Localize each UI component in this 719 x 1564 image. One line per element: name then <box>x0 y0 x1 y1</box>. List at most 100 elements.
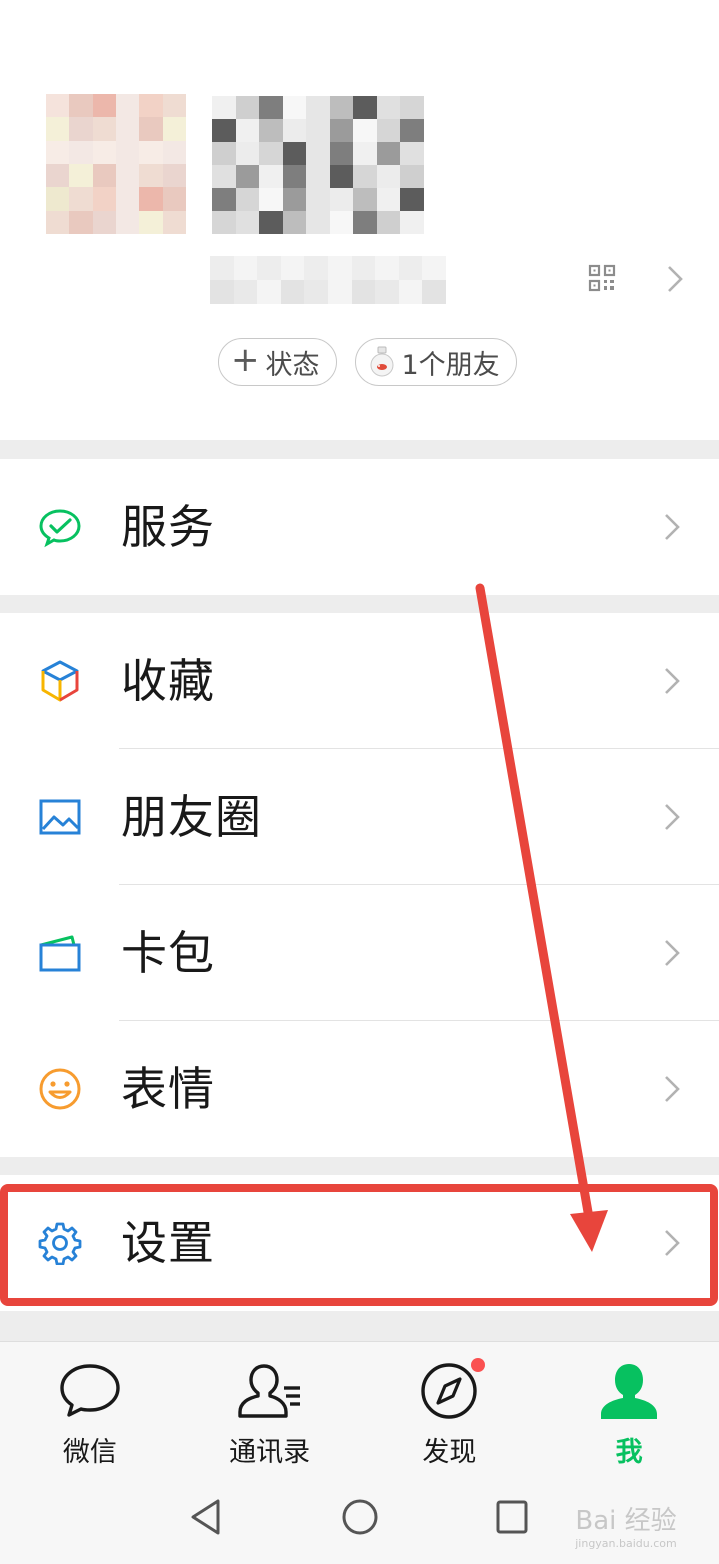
mosaic-cell <box>304 256 328 280</box>
mosaic-cell <box>162 164 186 188</box>
mosaic-cell <box>46 210 70 234</box>
mosaic-cell <box>259 142 283 165</box>
mosaic-cell <box>235 165 260 188</box>
mosaic-cell <box>69 210 93 234</box>
tab-label: 微信 <box>62 1437 117 1468</box>
mosaic-cell <box>69 94 93 118</box>
mosaic-cell <box>69 140 93 164</box>
mosaic-cell <box>376 96 401 119</box>
mosaic-cell <box>400 211 424 234</box>
contacts-icon <box>237 1364 300 1418</box>
mosaic-cell <box>400 165 424 188</box>
menu-item-services[interactable]: 服务 <box>0 459 719 595</box>
services-group: 服务 <box>0 459 719 595</box>
mosaic-cell <box>92 117 116 141</box>
avatar[interactable] <box>46 94 186 234</box>
mosaic-cell <box>69 164 93 188</box>
mosaic-cell <box>162 117 186 141</box>
menu-item-card-wallet[interactable]: 卡包 <box>0 885 719 1021</box>
nickname-blurred <box>212 96 424 234</box>
mosaic-cell <box>259 96 283 119</box>
mosaic-cell <box>235 96 260 119</box>
mosaic-cell <box>139 94 163 118</box>
notification-dot <box>470 1358 485 1372</box>
add-status-button[interactable]: + 状态 <box>218 338 337 386</box>
mosaic-cell <box>376 142 401 165</box>
mosaic-cell <box>46 117 70 141</box>
mosaic-cell <box>376 211 401 234</box>
mosaic-cell <box>351 256 376 280</box>
mosaic-cell <box>257 256 281 280</box>
chevron-right-icon <box>665 804 680 830</box>
mosaic-cell <box>353 211 377 234</box>
home-icon[interactable] <box>340 1497 380 1537</box>
recent-apps-icon[interactable] <box>494 1497 530 1537</box>
mosaic-cell <box>46 187 70 211</box>
mosaic-cell <box>400 142 424 165</box>
menu-item-label: 朋友圈 <box>121 790 262 844</box>
mosaic-cell <box>46 164 70 188</box>
mosaic-cell <box>212 165 236 188</box>
mosaic-cell <box>304 280 328 304</box>
gear-icon <box>38 1222 82 1265</box>
mosaic-cell <box>376 188 401 211</box>
mosaic-cell <box>46 140 70 164</box>
mosaic-cell <box>398 256 423 280</box>
mosaic-cell <box>282 119 307 142</box>
qr-code-icon[interactable] <box>588 264 616 292</box>
mosaic-cell <box>116 117 140 141</box>
mosaic-cell <box>116 187 140 211</box>
mosaic-cell <box>306 211 330 234</box>
mosaic-cell <box>212 96 236 119</box>
tab-contacts[interactable]: 通讯录 <box>180 1342 360 1468</box>
chevron-right-icon <box>665 668 680 694</box>
mosaic-cell <box>210 256 234 280</box>
mosaic-cell <box>422 256 446 280</box>
tab-chats[interactable]: 微信 <box>0 1342 180 1468</box>
mosaic-cell <box>282 188 307 211</box>
friends-chip[interactable]: 1个朋友 <box>354 338 517 386</box>
tab-me[interactable]: 我 <box>539 1342 719 1468</box>
menu-item-label: 卡包 <box>121 926 215 980</box>
menu-item-moments[interactable]: 朋友圈 <box>0 749 719 885</box>
mosaic-cell <box>116 94 140 118</box>
chevron-right-icon[interactable] <box>666 264 684 294</box>
card-icon <box>39 935 81 972</box>
mosaic-cell <box>139 140 163 164</box>
watermark-sub: jingyan.baidu.com <box>575 1537 677 1550</box>
mosaic-cell <box>351 280 376 304</box>
compass-icon <box>421 1363 478 1419</box>
mosaic-cell <box>329 165 354 188</box>
friends-label: 1个朋友 <box>401 349 500 381</box>
status-label: 状态 <box>265 349 320 381</box>
back-icon[interactable] <box>188 1497 224 1537</box>
mosaic-cell <box>259 119 283 142</box>
mosaic-cell <box>92 164 116 188</box>
tab-discover[interactable]: 发现 <box>360 1342 540 1468</box>
profile-header[interactable]: + 状态 1个朋友 <box>0 0 719 440</box>
mosaic-cell <box>212 119 236 142</box>
tab-label: 我 <box>615 1437 643 1468</box>
mosaic-cell <box>306 119 330 142</box>
mosaic-cell <box>139 164 163 188</box>
mosaic-cell <box>282 165 307 188</box>
mosaic-cell <box>282 142 307 165</box>
menu-item-stickers[interactable]: 表情 <box>0 1021 719 1157</box>
mosaic-cell <box>353 165 377 188</box>
mosaic-cell <box>259 188 283 211</box>
plus-icon: + <box>231 340 260 380</box>
mosaic-cell <box>353 96 377 119</box>
mosaic-cell <box>376 119 401 142</box>
menu-item-favorites[interactable]: 收藏 <box>0 613 719 749</box>
mosaic-cell <box>259 211 283 234</box>
mosaic-cell <box>162 210 186 234</box>
mosaic-cell <box>329 188 354 211</box>
mosaic-cell <box>92 94 116 118</box>
menu-item-settings[interactable]: 设置 <box>0 1175 719 1311</box>
chevron-right-icon <box>665 940 680 966</box>
menu-item-label: 表情 <box>121 1062 215 1116</box>
mosaic-cell <box>329 211 354 234</box>
mosaic-cell <box>400 188 424 211</box>
mosaic-cell <box>233 280 258 304</box>
mosaic-cell <box>69 117 93 141</box>
